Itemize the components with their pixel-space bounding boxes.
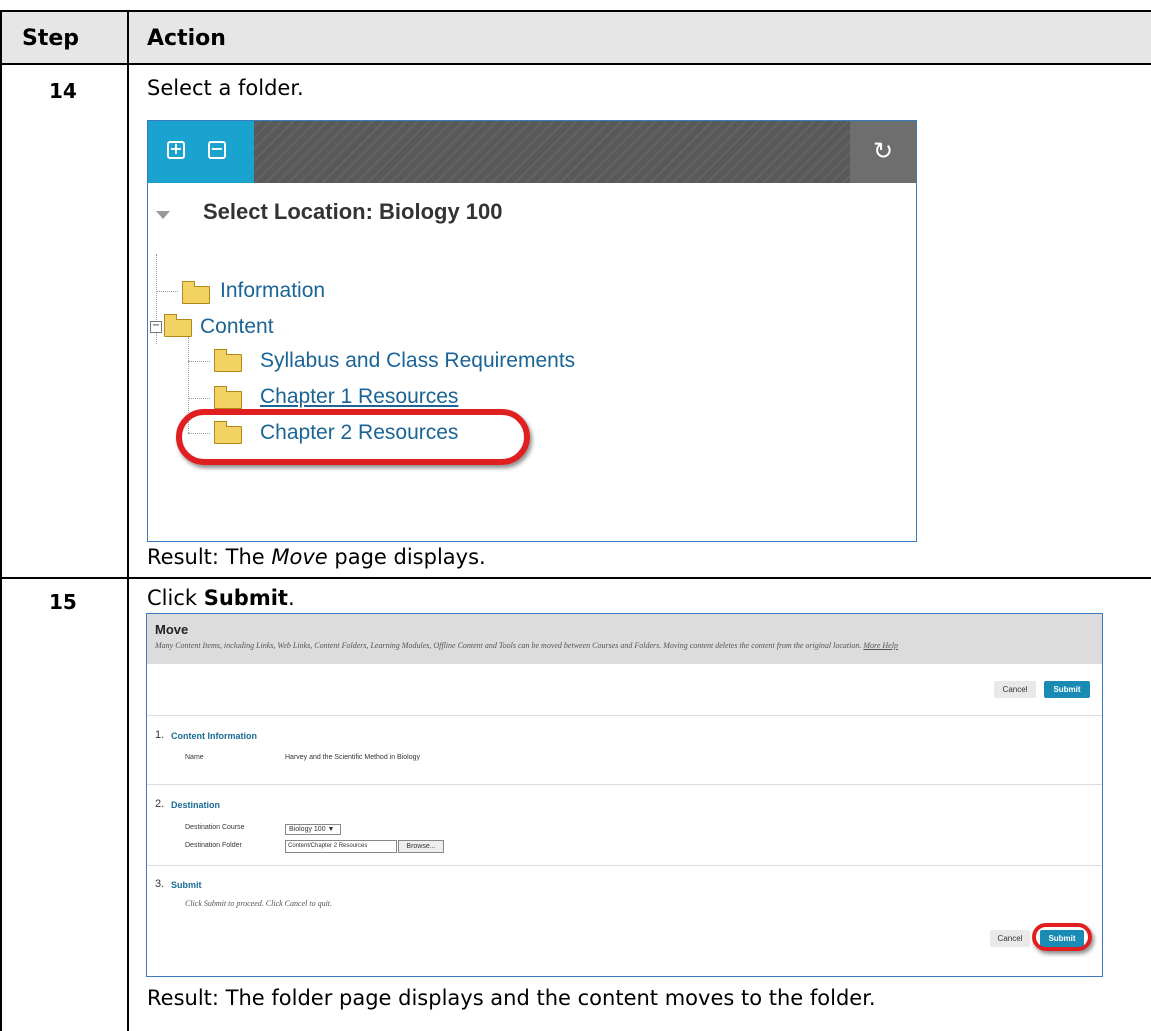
step-result: Result: The folder page displays and the… <box>147 986 876 1010</box>
table-border-header <box>0 63 1151 65</box>
tree-connector <box>156 291 178 292</box>
folder-icon <box>164 314 192 337</box>
header-action: Action <box>147 26 226 51</box>
destination-folder-input[interactable]: Content/Chapter 2 Resources <box>285 840 397 853</box>
move-page-header <box>147 614 1102 664</box>
folder-icon <box>214 386 242 409</box>
table-border-row <box>0 577 1151 579</box>
browse-button[interactable]: Browse... <box>398 840 444 853</box>
move-page-screenshot: Move Many Content Items, including Links… <box>146 613 1103 977</box>
table-border-left <box>0 10 2 1031</box>
location-heading: Select Location: Biology 100 <box>203 199 503 224</box>
section-number: 1. <box>155 729 165 741</box>
submit-button[interactable]: Submit <box>1044 681 1090 698</box>
name-value: Harvey and the Scientific Method in Biol… <box>285 754 421 761</box>
section-number: 2. <box>155 798 165 810</box>
tree-item-content[interactable]: Content <box>200 315 274 339</box>
tree-toolbar <box>148 121 916 183</box>
cancel-button[interactable]: Cancel <box>994 681 1036 698</box>
more-help-link[interactable]: More Help <box>863 641 898 650</box>
step-number: 15 <box>49 590 77 614</box>
collapse-caret-icon[interactable] <box>156 211 170 219</box>
destination-folder-label: Destination Folder <box>185 842 242 849</box>
section-title-content-information: Content Information <box>171 731 257 741</box>
tree-item-information[interactable]: Information <box>220 279 325 303</box>
tree-item-syllabus[interactable]: Syllabus and Class Requirements <box>260 349 575 373</box>
tree-collapse-icon[interactable]: − <box>150 321 162 333</box>
page-title: Move <box>155 622 189 637</box>
highlight-oval <box>1032 923 1092 951</box>
tree-item-chapter-1[interactable]: Chapter 1 Resources <box>260 385 458 409</box>
cancel-button[interactable]: Cancel <box>990 930 1030 947</box>
header-step: Step <box>22 26 80 51</box>
destination-course-select[interactable]: Biology 100 ▼ <box>285 824 341 835</box>
refresh-icon[interactable]: ↻ <box>850 121 916 183</box>
section-title-destination: Destination <box>171 800 221 810</box>
section-number: 3. <box>155 878 165 890</box>
toolbar-expand-collapse <box>148 121 254 183</box>
name-label: Name <box>185 754 204 761</box>
plus-icon[interactable]: + <box>167 141 185 159</box>
page-description: Many Content Items, including Links, Web… <box>155 641 898 650</box>
folder-icon <box>182 281 210 304</box>
step-result: Result: The Move page displays. <box>147 545 486 569</box>
tree-connector <box>188 361 210 362</box>
destination-course-label: Destination Course <box>185 824 245 831</box>
select-location-screenshot: + − ↻ Select Location: Biology 100 − Inf… <box>147 120 917 542</box>
section-divider <box>147 784 1102 785</box>
step-number: 14 <box>49 79 77 103</box>
minus-icon[interactable]: − <box>208 141 226 159</box>
tree-connector <box>188 398 210 399</box>
folder-icon <box>214 349 242 372</box>
section-title-submit: Submit <box>171 880 202 890</box>
section-divider <box>147 715 1102 716</box>
step-instruction: Click Submit. <box>147 586 295 610</box>
highlight-oval <box>176 409 530 465</box>
section-divider <box>147 865 1102 866</box>
table-border-top <box>0 10 1151 12</box>
step-instruction: Select a folder. <box>147 76 304 100</box>
table-column-divider <box>127 10 129 1031</box>
submit-help-text: Click Submit to proceed. Click Cancel to… <box>185 899 333 908</box>
